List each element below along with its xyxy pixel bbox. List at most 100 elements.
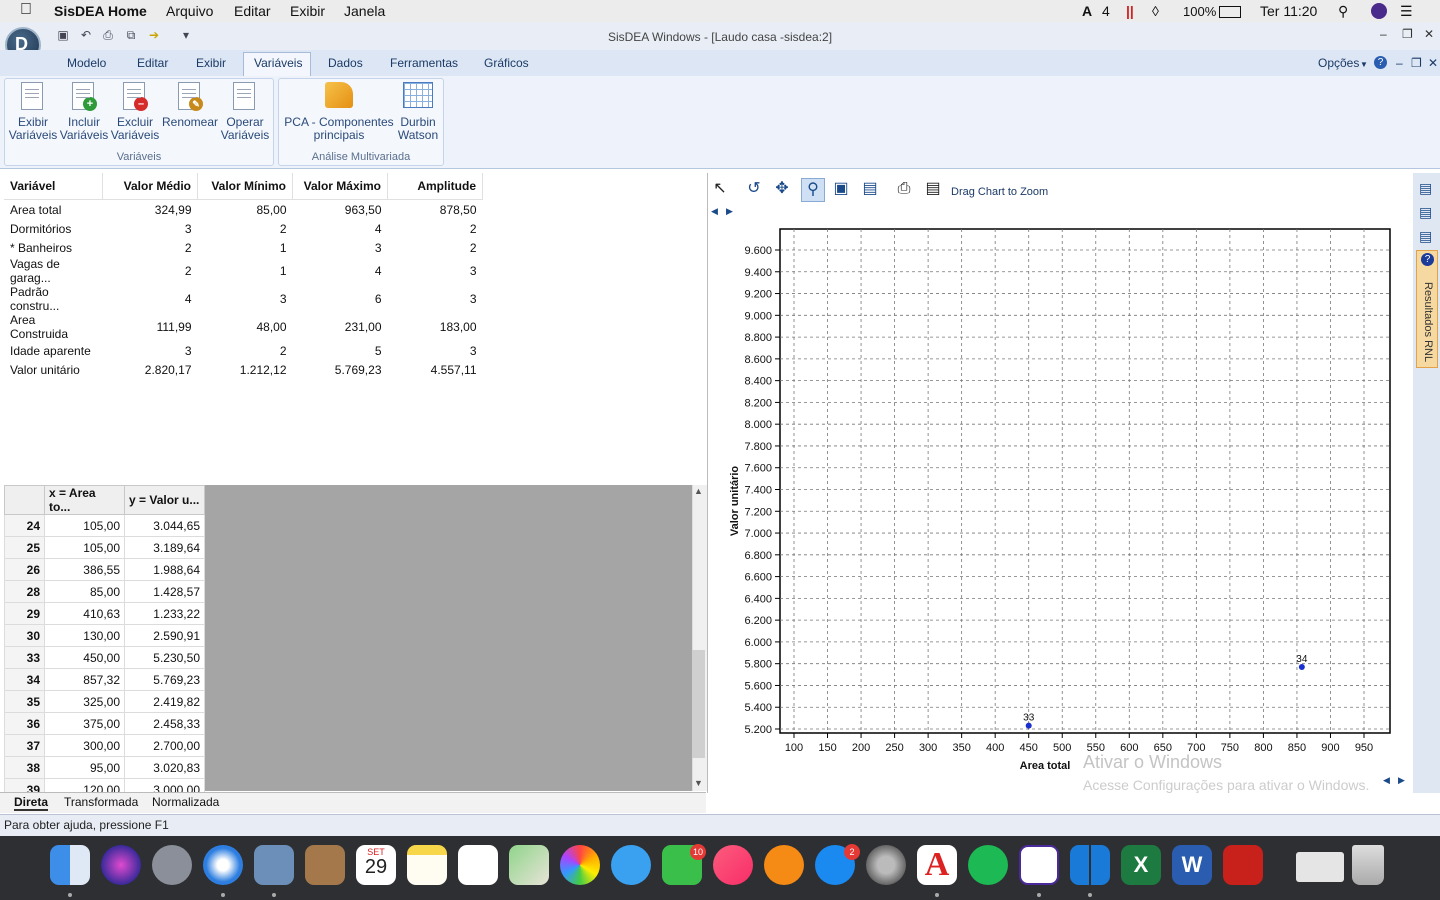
tab-graficos[interactable]: Gráficos	[484, 56, 529, 70]
rotate-icon[interactable]: ↺	[743, 178, 765, 200]
siri-dock-icon[interactable]	[101, 845, 141, 885]
mac-menu-arquivo[interactable]: Arquivo	[166, 3, 213, 19]
grid-col-x[interactable]: x = Area to...	[44, 485, 125, 515]
minimize-icon[interactable]: –	[1380, 27, 1387, 41]
exibir-variaveis-button[interactable]: Exibir Variáveis	[8, 82, 58, 142]
grid-scroll-thumb[interactable]	[692, 650, 705, 758]
tab-editar[interactable]: Editar	[137, 56, 168, 70]
pointer-icon[interactable]: ↖	[709, 178, 731, 200]
zoom-box-icon[interactable]: ▣	[830, 178, 852, 200]
mac-menu-exibir[interactable]: Exibir	[290, 3, 325, 19]
acrobat-icon[interactable]	[1223, 845, 1263, 885]
grid-cell[interactable]: 105,00	[44, 514, 125, 537]
music-icon[interactable]	[713, 845, 753, 885]
grid-cell[interactable]: 3.189,64	[124, 536, 205, 559]
sisdea-dock-icon[interactable]	[1019, 845, 1059, 885]
operar-variaveis-button[interactable]: Operar Variáveis	[220, 82, 270, 142]
tab-dados[interactable]: Dados	[328, 56, 363, 70]
grid-cell[interactable]: 325,00	[44, 690, 125, 713]
parallels-icon[interactable]: ||	[1126, 3, 1134, 19]
col-valor-maximo[interactable]: Valor Máximo	[292, 173, 388, 200]
print-preview-icon[interactable]: ▤	[922, 178, 944, 200]
grid-cell[interactable]: 450,00	[44, 646, 125, 669]
messages-icon[interactable]	[611, 845, 651, 885]
print-chart-icon[interactable]: ⎙	[893, 178, 915, 200]
zoom-icon[interactable]: ⚲	[801, 178, 825, 202]
status-a-icon[interactable]: A	[1082, 3, 1092, 19]
grid-row[interactable]: 28 85,00 1.428,57	[4, 580, 205, 603]
col-amplitude[interactable]: Amplitude	[387, 173, 483, 200]
grid-row-header[interactable]: 30	[4, 624, 45, 647]
grid-row[interactable]: 30 130,00 2.590,91	[4, 624, 205, 647]
grid-cell[interactable]: 300,00	[44, 734, 125, 757]
tab-modelo[interactable]: Modelo	[67, 56, 106, 70]
grid-cell[interactable]: 1.988,64	[124, 558, 205, 581]
pan-icon[interactable]: ✥	[771, 178, 793, 200]
scatter-chart[interactable]: 100 150 200 250 300 350 400 450 500 550 600 650 700 7…	[708, 205, 1408, 790]
grid-cell[interactable]: 857,32	[44, 668, 125, 691]
grid-row-header[interactable]: 33	[4, 646, 45, 669]
grid-row-header[interactable]: 37	[4, 734, 45, 757]
grid-row[interactable]: 35 325,00 2.419,82	[4, 690, 205, 713]
sheet-tab-normalizada[interactable]: Normalizada	[152, 795, 219, 809]
clock[interactable]: Ter 11:20	[1260, 3, 1317, 19]
battery-icon[interactable]	[1219, 6, 1241, 18]
chart-hscroll-right-icon[interactable]: ▶	[1398, 775, 1405, 786]
grid-cell[interactable]: 2.458,33	[124, 712, 205, 735]
grid-col-y[interactable]: y = Valor u...	[124, 485, 205, 515]
pca-componentes-button[interactable]: PCA - Componentes principais	[282, 82, 396, 142]
grid-row-header[interactable]: 28	[4, 580, 45, 603]
mac-menu-editar[interactable]: Editar	[234, 3, 271, 19]
photos-icon[interactable]	[560, 845, 600, 885]
preview-icon[interactable]	[254, 845, 294, 885]
grid-row[interactable]: 29 410,63 1.233,22	[4, 602, 205, 625]
grid-row[interactable]: 26 386,55 1.988,64	[4, 558, 205, 581]
renomear-button[interactable]: ✎ Renomear	[161, 82, 219, 129]
rnl-help-icon[interactable]: ?	[1421, 253, 1434, 266]
grid-cell[interactable]: 375,00	[44, 712, 125, 735]
side-tool-1-icon[interactable]: ▤	[1419, 180, 1432, 197]
sheet-tab-transformada[interactable]: Transformada	[64, 795, 138, 809]
finder-icon[interactable]	[50, 845, 90, 885]
mac-menu-janela[interactable]: Janela	[344, 3, 385, 19]
stats-row[interactable]: * Banheiros 2 1 3 2	[4, 238, 483, 257]
grid-cell[interactable]: 85,00	[44, 580, 125, 603]
word-icon[interactable]: W	[1172, 845, 1212, 885]
incluir-variaveis-button[interactable]: + Incluir Variáveis	[59, 82, 109, 142]
grid-cell[interactable]: 1.233,22	[124, 602, 205, 625]
grid-cell[interactable]: 5.769,23	[124, 668, 205, 691]
grid-row-header[interactable]: 34	[4, 668, 45, 691]
grid-row-header[interactable]: 29	[4, 602, 45, 625]
system-preferences-icon[interactable]	[866, 845, 906, 885]
siri-icon[interactable]	[1371, 3, 1387, 19]
help-icon[interactable]: ?	[1374, 56, 1387, 69]
books-icon[interactable]	[764, 845, 804, 885]
window-preview-icon[interactable]	[1296, 852, 1344, 882]
ribbon-close-icon[interactable]: ✕	[1428, 56, 1438, 70]
windows-icon[interactable]	[1070, 845, 1110, 885]
grid-row-header[interactable]: 38	[4, 756, 45, 779]
wifi-icon[interactable]: ◊	[1152, 3, 1159, 19]
grid-row[interactable]: 38 95,00 3.020,83	[4, 756, 205, 779]
safari-icon[interactable]	[203, 845, 243, 885]
grid-cell[interactable]: 410,63	[44, 602, 125, 625]
grid-row[interactable]: 24 105,00 3.044,65	[4, 514, 205, 537]
tab-ferramentas[interactable]: Ferramentas	[390, 56, 458, 70]
grid-cell[interactable]: 2.700,00	[124, 734, 205, 757]
options-dropdown-icon[interactable]: ▼	[1360, 60, 1368, 69]
grid-cell[interactable]: 386,55	[44, 558, 125, 581]
notes-icon[interactable]	[407, 845, 447, 885]
mac-app-name[interactable]: SisDEA Home	[54, 3, 147, 19]
contacts-icon[interactable]	[305, 845, 345, 885]
grid-cell[interactable]: 130,00	[44, 624, 125, 647]
stats-row[interactable]: Vagas de garag... 2 1 4 3	[4, 257, 483, 285]
grid-row[interactable]: 37 300,00 2.700,00	[4, 734, 205, 757]
stats-row[interactable]: Area Construida 111,99 48,00 231,00 183,00	[4, 313, 483, 341]
excel-icon[interactable]: X	[1121, 845, 1161, 885]
autocad-icon[interactable]: A	[917, 845, 957, 885]
chart-data-icon[interactable]: ▤	[859, 178, 881, 200]
tab-variaveis[interactable]: Variáveis	[254, 56, 302, 70]
grid-row-header[interactable]: 36	[4, 712, 45, 735]
apple-icon[interactable]: 	[20, 1, 32, 19]
grid-row-header[interactable]: 25	[4, 536, 45, 559]
